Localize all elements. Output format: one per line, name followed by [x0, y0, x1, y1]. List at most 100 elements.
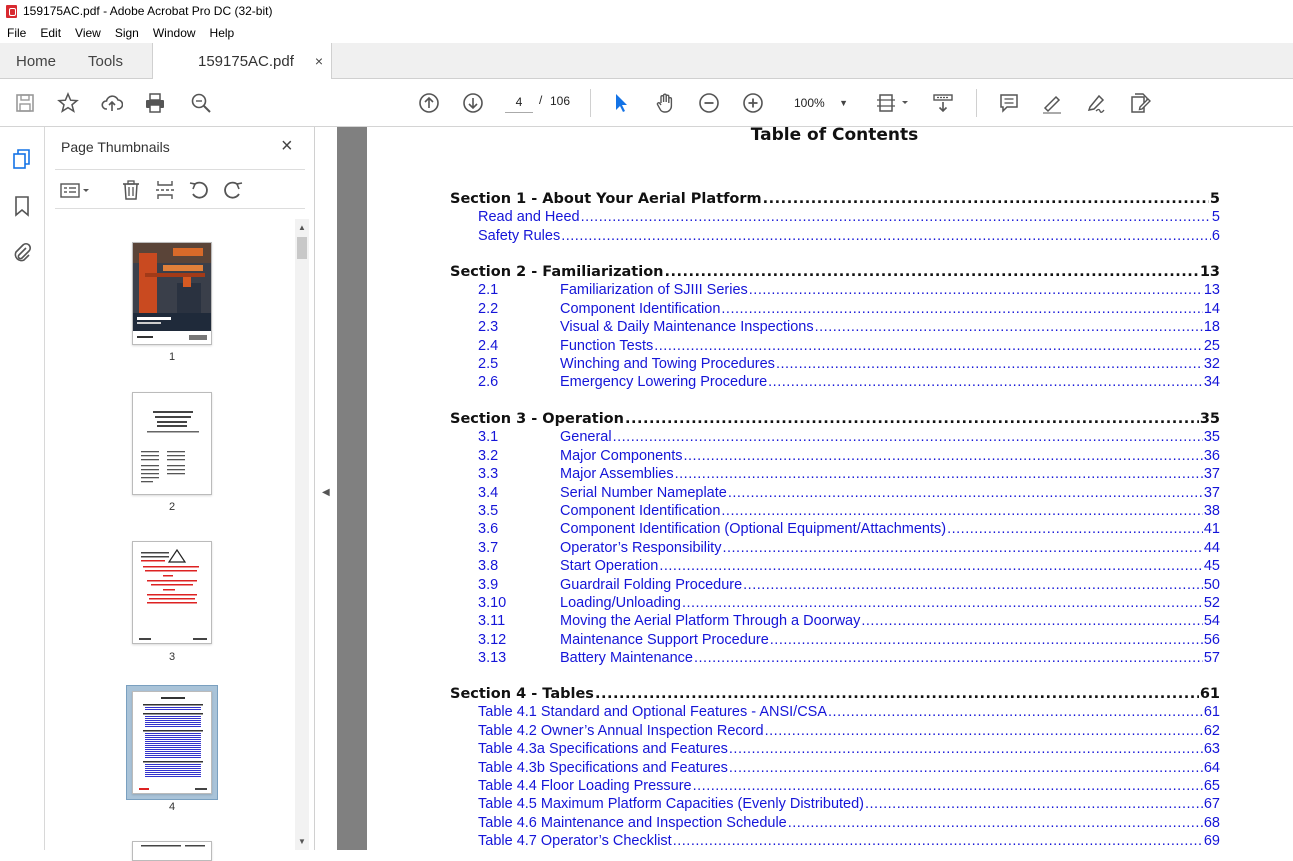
toc-subsection-link[interactable]: Read and Heed 5 [478, 209, 1220, 228]
rotate-right-icon[interactable] [221, 178, 245, 202]
zoom-in-icon[interactable] [741, 91, 765, 115]
thumbnail-page-4[interactable] [132, 691, 212, 794]
print-icon[interactable] [143, 91, 167, 115]
save-icon[interactable] [13, 91, 37, 115]
thumbnail-page-1[interactable] [132, 242, 212, 345]
previous-page-icon[interactable] [417, 91, 441, 115]
document-viewport[interactable]: Table of Contents Section 1 - About Your… [337, 127, 1293, 850]
toc-subsection-link[interactable]: 3.13 Battery Maintenance 57 [478, 650, 1220, 669]
attachments-icon[interactable] [10, 240, 34, 264]
delete-page-icon[interactable] [119, 178, 143, 202]
scroll-mode-icon[interactable] [931, 91, 955, 115]
zoom-out-icon[interactable] [697, 91, 721, 115]
menu-file[interactable]: File [0, 26, 33, 40]
leader-dots [682, 595, 1203, 611]
bookmark-star-icon[interactable] [56, 91, 80, 115]
toc-page-number: 34 [1203, 374, 1220, 391]
thumbnail-label-4: 4 [168, 801, 176, 813]
toc-subsection-link[interactable]: 2.1 Familiarization of SJIII Series 13 [478, 282, 1220, 301]
scroll-down-icon[interactable]: ▼ [298, 837, 306, 846]
highlight-pen-icon[interactable] [1040, 91, 1064, 115]
leader-dots [768, 374, 1203, 390]
menu-help[interactable]: Help [203, 26, 242, 40]
toc-subsection-link[interactable]: 3.3 Major Assemblies 37 [478, 466, 1220, 485]
toc-item-label: Component Identification [560, 300, 721, 317]
scrollbar-thumb[interactable] [297, 237, 307, 259]
next-page-icon[interactable] [461, 91, 485, 115]
bookmarks-icon[interactable] [10, 194, 34, 218]
acrobat-logo-icon [6, 4, 17, 18]
leader-dots [665, 264, 1199, 280]
toc-subsection-link[interactable]: 3.4 Serial Number Nameplate 37 [478, 485, 1220, 504]
menu-sign[interactable]: Sign [108, 26, 146, 40]
toc-subsection-link[interactable]: 3.2 Major Components 36 [478, 448, 1220, 467]
toc-subsection-link[interactable]: 2.4 Function Tests 25 [478, 338, 1220, 357]
collapse-panel-strip[interactable]: ◀ [315, 127, 337, 850]
toc-subsection-link[interactable]: Table 4.3b Specifications and Features 64 [478, 760, 1220, 779]
toc-subsection-link[interactable]: 3.11 Moving the Aerial Platform Through a… [478, 613, 1220, 632]
leader-dots [613, 429, 1203, 445]
tab-tools[interactable]: Tools [88, 43, 123, 79]
toc-subsection-link[interactable]: 2.5 Winching and Towing Procedures 32 [478, 356, 1220, 375]
rotate-left-icon[interactable] [187, 178, 211, 202]
toc-section-entry[interactable]: Section 2 - Familiarization 13 [450, 264, 1220, 283]
toc-subsection-link[interactable]: 2.2 Component Identification 14 [478, 301, 1220, 320]
toc-subsection-link[interactable]: 3.8 Start Operation 45 [478, 558, 1220, 577]
toc-subsection-link[interactable]: Table 4.4 Floor Loading Pressure 65 [478, 778, 1220, 797]
close-tab-icon[interactable]: × [315, 53, 323, 69]
scroll-up-icon[interactable]: ▲ [298, 223, 306, 232]
toc-subsection-link[interactable]: 3.6 Component Identification (Optional Eq… [478, 521, 1220, 540]
toc-subsection-link[interactable]: 2.6 Emergency Lowering Procedure 34 [478, 374, 1220, 393]
toc-subsection-link[interactable]: 3.9 Guardrail Folding Procedure 50 [478, 577, 1220, 596]
toc-subsection-link[interactable]: Table 4.3a Specifications and Features 63 [478, 741, 1220, 760]
toc-subsection-link[interactable]: 3.5 Component Identification 38 [478, 503, 1220, 522]
comment-icon[interactable] [997, 91, 1021, 115]
toc-subsection-link[interactable]: Safety Rules 6 [478, 228, 1220, 247]
extract-page-icon[interactable] [153, 178, 177, 202]
page-number-input[interactable]: 4 [505, 91, 533, 113]
toc-subsection-link[interactable]: Table 4.7 Operator’s Checklist 69 [478, 833, 1220, 850]
thumbnail-scrollbar[interactable]: ▲ ▼ [295, 219, 309, 850]
toc-section-label: Section 2 - Familiarization [450, 264, 664, 280]
toc-subsection-link[interactable]: 2.3 Visual & Daily Maintenance Inspection… [478, 319, 1220, 338]
find-zoom-icon[interactable] [189, 91, 213, 115]
tab-home[interactable]: Home [16, 43, 56, 79]
toc-item-label: Component Identification [560, 503, 721, 519]
page-fit-icon[interactable] [876, 91, 912, 115]
toc-page-number: 35 [1199, 411, 1220, 427]
thumbnail-page-2[interactable] [132, 392, 212, 495]
thumbnail-page-3[interactable] [132, 541, 212, 644]
toc-page-number: 14 [1203, 300, 1220, 317]
toc-page-number: 32 [1203, 356, 1220, 372]
collapse-left-icon[interactable]: ◀ [322, 487, 330, 498]
thumbnail-options-icon[interactable] [59, 178, 93, 202]
toc-section-entry[interactable]: Section 3 - Operation 35 [450, 411, 1220, 430]
thumbnail-page-5[interactable] [132, 841, 212, 861]
toc-subsection-link[interactable]: 3.12 Maintenance Support Procedure 56 [478, 632, 1220, 651]
upload-cloud-icon[interactable] [100, 91, 124, 115]
toc-subsection-link[interactable]: Table 4.5 Maximum Platform Capacities (E… [478, 796, 1220, 815]
toc-section-entry[interactable]: Section 4 - Tables 61 [450, 686, 1220, 705]
edit-pdf-icon[interactable] [1128, 91, 1152, 115]
zoom-select[interactable]: 100% ▼ [790, 92, 852, 114]
toc-subsection-link[interactable]: Table 4.1 Standard and Optional Features… [478, 704, 1220, 723]
menu-window[interactable]: Window [146, 26, 203, 40]
close-panel-icon[interactable]: × [281, 135, 293, 158]
page-thumbnails-icon[interactable] [10, 147, 34, 171]
leader-dots [694, 650, 1203, 666]
toc-subsection-link[interactable]: 3.10 Loading/Unloading 52 [478, 595, 1220, 614]
menu-edit[interactable]: Edit [33, 26, 68, 40]
tab-document[interactable]: 159175AC.pdf × [152, 43, 332, 80]
toc-item-label: Visual & Daily Maintenance Inspections [560, 319, 814, 336]
sign-pen-icon[interactable] [1084, 91, 1108, 115]
menu-view[interactable]: View [68, 26, 108, 40]
toc-item-label: Major Assemblies [560, 466, 674, 483]
toc-subsection-link[interactable]: 3.7 Operator’s Responsibility 44 [478, 540, 1220, 559]
toc-subsection-link[interactable]: 3.1 General 35 [478, 429, 1220, 448]
toc-subsection-link[interactable]: Table 4.2 Owner’s Annual Inspection Reco… [478, 723, 1220, 742]
toc-section-entry[interactable]: Section 1 - About Your Aerial Platform 5 [450, 191, 1220, 210]
toc-subsection-link[interactable]: Table 4.6 Maintenance and Inspection Sch… [478, 815, 1220, 834]
select-cursor-icon[interactable] [609, 91, 633, 115]
hand-tool-icon[interactable] [653, 91, 677, 115]
toc-item-number: 3.7 [478, 539, 499, 556]
